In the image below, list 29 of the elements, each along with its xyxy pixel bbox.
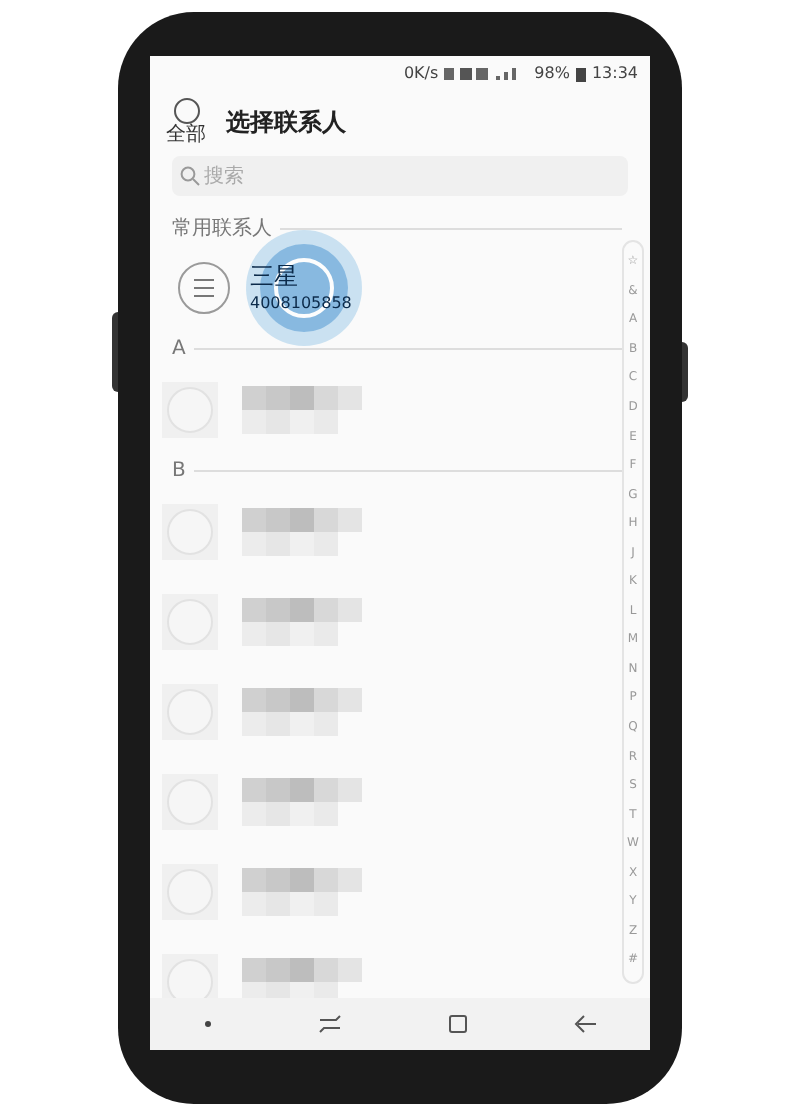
home-icon[interactable] [447,1014,467,1034]
battery-percent: 98% [534,62,570,86]
section-header: A [172,335,186,363]
avatar-icon [162,593,218,649]
clock: 13:34 [591,62,638,86]
section-header: B [172,457,186,485]
pixelated-text-drawing [242,385,362,433]
avatar-icon [162,773,218,829]
back-icon[interactable] [573,1014,597,1034]
network-speed: 0K/s [403,62,439,86]
pixelated-text-drawing [242,867,362,915]
section-header: 常用联系人 [172,215,272,243]
dot-icon[interactable] [203,1020,211,1028]
pixelated-text-drawing [242,507,362,555]
recent-apps-icon[interactable] [317,1014,341,1034]
avatar-icon [162,381,218,437]
pixelated-text-drawing [242,687,362,735]
page-title: 选择联系人 [226,106,346,140]
select-all-button[interactable]: 全部 [166,98,206,146]
menu-icon [192,278,216,298]
group-avatar[interactable] [178,262,230,314]
search-icon [180,166,200,186]
battery-icon [575,66,586,82]
avatar-icon [162,863,218,919]
avatar-icon [162,503,218,559]
avatar-icon [162,683,218,739]
pixelated-text-drawing [242,597,362,645]
search-field[interactable]: 搜索 [172,156,628,196]
pixelated-text-drawing [242,777,362,825]
